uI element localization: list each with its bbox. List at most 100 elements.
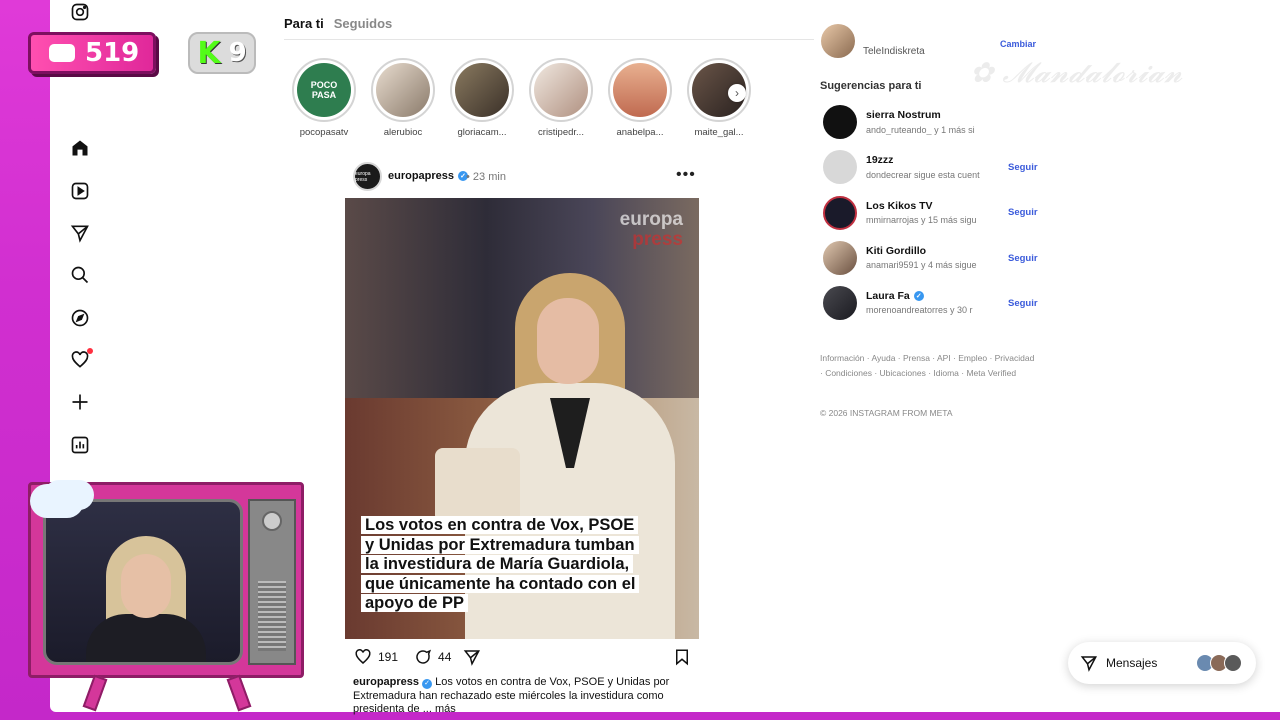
story-name: gloriacam... [457, 127, 507, 138]
story-name: alerubioc [383, 127, 423, 138]
post-avatar[interactable]: europa press [353, 162, 382, 191]
story-item[interactable]: anabelpa... [608, 58, 672, 138]
suggestion-subtitle: mmirnarrojas y 15 más sigu [866, 215, 977, 225]
caption-username[interactable]: europapress [353, 676, 419, 688]
create-icon[interactable] [70, 392, 90, 412]
notifications-icon[interactable] [70, 348, 93, 370]
suggestion-name[interactable]: sierra Nostrum [866, 109, 941, 121]
story-avatar [534, 63, 588, 117]
bookmark-icon[interactable] [673, 648, 691, 666]
story-item[interactable]: cristipedr... [529, 58, 593, 138]
story-item[interactable]: alerubioc [371, 58, 435, 138]
story-avatar: POCO PASA [297, 63, 351, 117]
streamer-body [86, 614, 206, 662]
chat-counter: 519 [28, 32, 156, 74]
post-time: • 23 min [466, 171, 506, 183]
current-user-avatar[interactable] [821, 24, 855, 58]
kick-count: 9 [228, 38, 247, 68]
messages-icon [1080, 656, 1097, 672]
suggestions-title: Sugerencias para ti [820, 80, 922, 92]
tv-knob-icon [262, 511, 282, 531]
message-avatar [1224, 654, 1242, 672]
suggestion-avatar[interactable] [823, 241, 857, 275]
home-icon[interactable] [70, 138, 90, 158]
verified-icon: ✓ [913, 291, 924, 301]
cloud-icon [30, 484, 84, 518]
like-count[interactable]: 191 [378, 650, 398, 664]
story-avatar [613, 63, 667, 117]
story-name: anabelpa... [616, 127, 664, 138]
streamer-signature-watermark: ✿ 𝓜𝓪𝓷𝓭𝓪𝓵𝓸𝓻𝓲𝓪𝓷 [970, 56, 1183, 89]
suggestion-subtitle: ando_ruteando_ y 1 más si [866, 125, 975, 135]
follow-button[interactable]: Seguir [1008, 253, 1038, 264]
current-user-name[interactable]: TeleIndiskreta [863, 46, 925, 57]
footer-links[interactable]: Información · Ayuda · Prensa · API · Emp… [820, 351, 1035, 381]
explore-icon[interactable] [70, 308, 90, 328]
follow-button[interactable]: Seguir [1008, 298, 1038, 309]
suggestion-avatar[interactable] [823, 150, 857, 184]
dashboard-icon[interactable] [70, 435, 90, 455]
messages-label: Mensajes [1106, 656, 1158, 670]
notification-dot [87, 348, 93, 354]
instagram-icon[interactable] [70, 2, 90, 22]
suggestion-subtitle: morenoandreatorres y 30 r [866, 305, 973, 315]
stories-next-button[interactable]: › [728, 84, 746, 102]
suggestion-avatar[interactable] [823, 196, 857, 230]
like-icon[interactable] [354, 648, 372, 666]
story-item[interactable]: gloriacam... [450, 58, 514, 138]
story-avatar [376, 63, 430, 117]
post-actions: 191 44 [354, 648, 481, 666]
tab-para-ti[interactable]: Para ti [284, 16, 324, 31]
kick-counter: K 9 [188, 32, 256, 74]
suggestion-avatar[interactable] [823, 105, 857, 139]
suggestion-name[interactable]: Los Kikos TV [866, 200, 933, 212]
suggestion-name-text[interactable]: sierra Nostrum [866, 109, 941, 121]
suggestion-subtitle: anamari9591 y 4 más sigue [866, 260, 977, 270]
suggestion-name[interactable]: Laura Fa ✓ [866, 290, 924, 302]
post-image[interactable]: europa press Los votos en contra de Vox,… [345, 198, 699, 639]
more-options-icon[interactable]: ••• [676, 166, 696, 184]
comment-count[interactable]: 44 [438, 650, 451, 664]
follow-button[interactable]: Seguir [1008, 162, 1038, 173]
chat-count: 519 [85, 38, 140, 68]
post-avatar-text: europa press [355, 170, 371, 183]
post-headline-text: Los votos en contra de Vox, PSOE y Unida… [361, 516, 640, 612]
person-face [537, 298, 599, 384]
watermark-line-1: europa [619, 209, 683, 230]
suggestion-avatar[interactable] [823, 286, 857, 320]
search-icon[interactable] [70, 265, 90, 285]
switch-account-link[interactable]: Cambiar [1000, 39, 1036, 49]
suggestion-name[interactable]: Kiti Gordillo [866, 245, 926, 257]
messages-button[interactable]: Mensajes [1068, 642, 1256, 684]
post-headline: Los votos en contra de Vox, PSOE y Unida… [361, 516, 641, 614]
story-avatar [455, 63, 509, 117]
follow-button[interactable]: Seguir [1008, 207, 1038, 218]
chevron-right-icon: › [735, 86, 739, 100]
europapress-watermark: europa press [620, 210, 683, 250]
messages-icon[interactable] [70, 223, 90, 243]
suggestion-name[interactable]: 19zzz [866, 154, 893, 166]
post-username-text[interactable]: europapress [388, 170, 454, 182]
webcam-screen [43, 499, 243, 665]
message-avatars [1196, 654, 1242, 672]
suggestion-name-text[interactable]: Laura Fa [866, 290, 910, 302]
suggestion-name-text[interactable]: Los Kikos TV [866, 200, 933, 212]
tab-seguidos[interactable]: Seguidos [334, 16, 393, 31]
story-logo: POCO PASA [310, 80, 338, 100]
verified-icon: ✓ [422, 678, 433, 689]
feed-tabs: Para ti Seguidos [284, 16, 392, 31]
story-name: cristipedr... [538, 127, 584, 138]
comment-icon[interactable] [414, 648, 432, 666]
post-caption: europapress ✓ Los votos en contra de Vox… [353, 676, 693, 717]
post-username[interactable]: europapress ✓ [388, 170, 469, 182]
suggestion-name-text[interactable]: 19zzz [866, 154, 893, 166]
reels-icon[interactable] [70, 181, 90, 201]
copyright: © 2026 INSTAGRAM FROM META [820, 408, 953, 418]
story-name: maite_gal... [694, 127, 744, 138]
story-item[interactable]: POCO PASA pocopasatv [292, 58, 356, 138]
watermark-line-2: press [632, 229, 683, 250]
suggestion-name-text[interactable]: Kiti Gordillo [866, 245, 926, 257]
tv-speaker-grille [258, 581, 286, 651]
share-icon[interactable] [463, 648, 481, 666]
tabs-divider [284, 39, 814, 40]
